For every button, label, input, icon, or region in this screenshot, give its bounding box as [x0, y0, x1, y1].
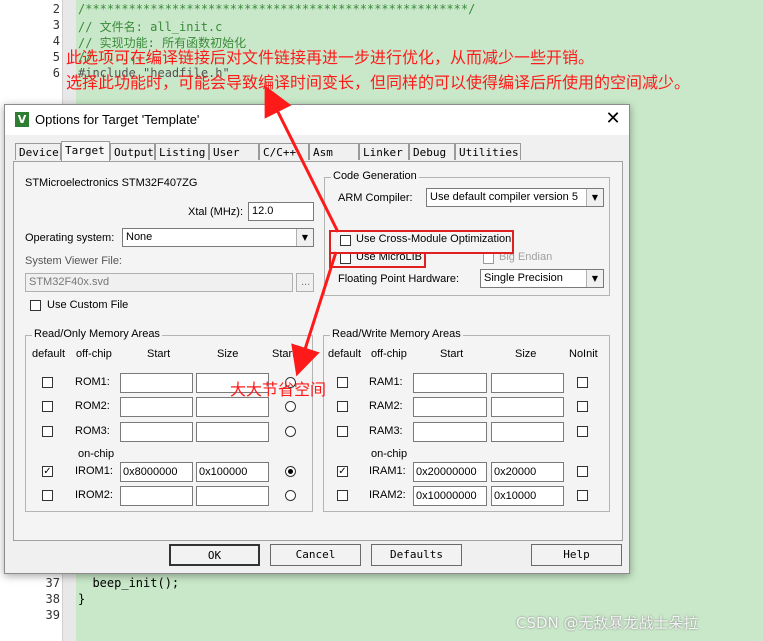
tab-target[interactable]: Target [61, 141, 110, 161]
annotation-arrows [264, 85, 340, 377]
space-saving-callout: 大大节省空间 [230, 380, 327, 399]
arrow-to-callout [291, 251, 338, 377]
csdn-watermark: CSDN @无敌暴龙战士朵拉 [516, 614, 699, 632]
arrow-to-annotation [264, 85, 340, 233]
